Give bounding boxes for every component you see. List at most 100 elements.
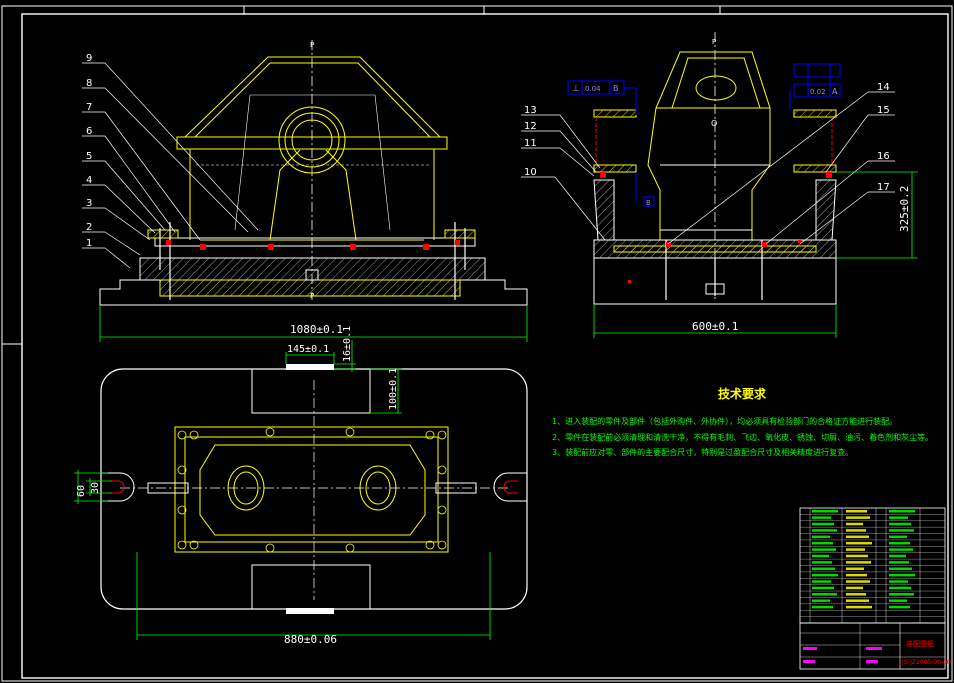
technical-requirements: 技术要求 1、进入装配的零件及部件（包括外购件、外协件），均必须具有检验部门的合…	[552, 386, 933, 457]
housing-hidden-lines	[196, 94, 430, 231]
cad-drawing-canvas[interactable]: P P	[0, 0, 954, 683]
part-number-3: 3	[86, 198, 92, 209]
gdt-left-datum: B	[613, 84, 619, 93]
bom-entry-mark	[846, 535, 869, 539]
part-number-12: 12	[524, 121, 537, 132]
bom-entry-mark	[812, 554, 829, 558]
dim-880-text: 880±0.06	[284, 633, 337, 646]
bom-entry-mark	[846, 510, 867, 513]
bom-entry-mark	[889, 510, 915, 513]
gdt-left-tol: 0.04	[585, 85, 601, 93]
gdt-right: 0.02 A	[789, 63, 841, 110]
part-number-1: 1	[86, 238, 92, 249]
dim-1080-text: 1080±0.1	[290, 323, 343, 336]
bom-entry-mark	[889, 599, 907, 602]
right-clamp	[444, 229, 476, 239]
gdt-right-datum: A	[832, 87, 838, 96]
bom-entry-mark	[889, 573, 915, 577]
part-number-17: 17	[877, 182, 890, 193]
bom-entry-mark	[812, 580, 831, 583]
title-block: 装配图纸 JS-JZ2005-00-00	[799, 622, 951, 670]
dim-30-text: 30	[90, 482, 101, 494]
title-block-name: 装配图纸	[906, 639, 934, 648]
part-number-13: 13	[524, 105, 537, 116]
part-number-4: 4	[86, 175, 92, 186]
section-mark-top: P	[310, 41, 314, 49]
side-view: P O ⊥ 0.04 B 0.02 A B 13 12 11 10 14 15 …	[521, 32, 918, 338]
tech-req-item-3: 3、装配前应对零、部件的主要配合尺寸，特别是过盈配合尺寸及相关精度进行复查。	[552, 447, 853, 457]
bom-entry-mark	[812, 593, 837, 596]
bom-entry-mark	[889, 586, 911, 590]
bom-entry-mark	[846, 580, 870, 583]
plan-top-key	[286, 364, 334, 370]
plan-housing	[174, 426, 449, 553]
part-number-16: 16	[877, 151, 890, 162]
bom-entry-mark	[889, 605, 910, 609]
bom-entry-mark	[812, 522, 834, 526]
front-view: P P	[82, 40, 528, 342]
part-number-9: 9	[86, 53, 92, 64]
side-leaders-right	[667, 91, 895, 245]
side-section-mark: P	[712, 38, 716, 46]
part-number-15: 15	[877, 105, 890, 116]
bom-entry-mark	[846, 541, 872, 545]
bom-entry-mark	[812, 529, 837, 532]
bom-entry-mark	[889, 593, 914, 596]
bom-entry-mark	[889, 541, 910, 545]
part-number-2: 2	[86, 222, 92, 233]
sheet-outer-border	[1, 5, 953, 682]
front-part-numbers: 9 8 7 6 5 4 3 2 1	[86, 53, 92, 249]
assembly-drawing: P P	[1, 5, 953, 682]
bom-entry-mark	[812, 541, 833, 545]
bom-entry-mark	[812, 599, 830, 602]
bom-table	[799, 507, 946, 624]
plan-bottom-block	[251, 564, 371, 610]
tech-req-item-1: 1、进入装配的零件及部件（包括外购件、外协件），均必须具有检验部门的合格证方能进…	[552, 416, 897, 426]
part-number-10: 10	[524, 167, 537, 178]
part-number-5: 5	[86, 151, 92, 162]
bom-entry-mark	[846, 522, 863, 526]
plan-top-block	[251, 368, 371, 414]
part-number-7: 7	[86, 102, 92, 113]
datum-b-label: B	[646, 199, 651, 207]
bom-entry-mark	[846, 599, 869, 602]
bom-entry-mark	[889, 554, 906, 558]
dim-100-text: 100±0.1	[388, 368, 399, 410]
tech-req-title: 技术要求	[718, 386, 767, 401]
bom-entry-mark	[846, 586, 863, 590]
bom-entry-mark	[846, 593, 866, 596]
gdt-left-symbol: ⊥	[572, 84, 580, 94]
dim-325-text: 325±0.2	[898, 186, 911, 232]
title-block-drawing-no: JS-JZ2005-00-00	[901, 659, 951, 666]
bom-entry-mark	[889, 561, 909, 564]
plan-bottom-key	[286, 608, 334, 614]
bom-entry-mark	[812, 586, 834, 590]
bom-entry-mark	[812, 516, 831, 519]
bom-entry-mark	[812, 573, 838, 577]
bom-entry-mark	[889, 548, 913, 551]
bom-entry-mark	[846, 561, 871, 564]
plan-view: 880±0.06 145±0.1 16±0.1 100±0.1 60 30	[74, 326, 528, 646]
bom-entry-mark	[846, 554, 868, 558]
gdt-right-tol: 0.02	[810, 88, 826, 96]
left-clamp	[147, 229, 179, 239]
dim-60-text: 60	[76, 485, 87, 497]
bom-entry-mark	[812, 567, 835, 570]
part-number-8: 8	[86, 78, 92, 89]
bom-entry-mark	[846, 573, 867, 577]
part-number-6: 6	[86, 126, 92, 137]
bom-entry-mark	[846, 548, 865, 551]
bom-entry-mark	[812, 535, 830, 539]
bom-entry-mark	[889, 535, 907, 539]
bom-entry-mark	[812, 548, 836, 551]
bom-entry-mark	[889, 567, 912, 570]
dim-145-text: 145±0.1	[287, 344, 329, 355]
bom-entry-mark	[889, 580, 908, 583]
side-part-numbers-left: 13 12 11 10	[524, 105, 537, 178]
side-housing	[647, 51, 771, 241]
tech-req-item-2: 2、零件在装配前必须清理和清洗干净，不得有毛刺、飞边、氧化皮、锈蚀、切屑、油污、…	[552, 432, 933, 442]
bom-entry-mark	[889, 516, 908, 519]
bom-entry-mark	[846, 567, 864, 570]
bom-entry-mark	[846, 516, 870, 519]
plan-bolt-circles	[177, 427, 447, 553]
